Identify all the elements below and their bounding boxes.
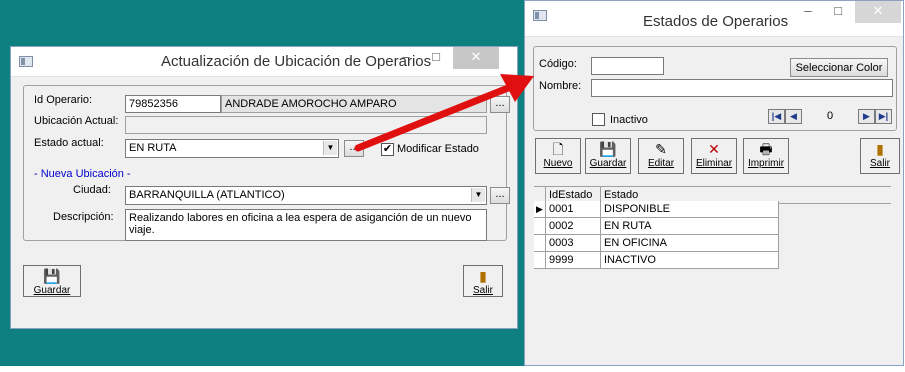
descripcion-textarea[interactable]: Realizando labores en oficina a lea espe… [125,209,487,241]
exit-door-icon: ▮ [479,268,487,284]
inactivo-checkbox[interactable] [592,113,605,126]
salir-button[interactable]: ▮ Salir [860,138,900,174]
eliminar-button[interactable]: ✕ Eliminar [691,138,737,174]
seleccionar-color-button[interactable]: Seleccionar Color [790,58,888,77]
table-row[interactable]: 9999 INACTIVO [534,252,779,269]
new-document-icon: 🗋 [552,141,564,157]
floppy-disk-icon: 💾 [599,141,617,157]
estado-actual-select[interactable]: EN RUTA ▼ [125,139,339,158]
ciudad-value: BARRANQUILLA (ATLANTICO) [129,189,285,201]
table-row[interactable]: ▶ 0001 DISPONIBLE [534,201,779,218]
ubicacion-actual-label: Ubicación Actual: [34,115,119,127]
edit-icon: ✎ [655,141,667,157]
exit-door-icon: ▮ [876,141,884,157]
nombre-field[interactable] [591,79,893,97]
minimize-button[interactable]: – [391,47,421,69]
current-row-indicator-icon: ▶ [534,201,546,218]
row-selector [534,218,546,235]
guardar-button[interactable]: 💾 Guardar [23,265,81,297]
toolbar: 🗋 Nuevo 💾 Guardar ✎ Editar ✕ Eliminar 🖶 … [534,138,904,176]
title-bar: Estados de Operarios – □ ✕ [525,1,903,37]
codigo-field[interactable] [591,57,664,75]
row-selector [534,252,546,269]
cell-estado[interactable]: INACTIVO [601,252,779,269]
maximize-button[interactable]: □ [421,47,451,69]
next-record-button[interactable]: ▶ [858,109,875,124]
record-navigator: |◀ ◀ 0 ▶ ▶| [768,109,893,125]
cell-estado[interactable]: EN OFICINA [601,235,779,252]
inactivo-label: Inactivo [610,114,648,126]
cell-estado[interactable]: EN RUTA [601,218,779,235]
estados-grid[interactable]: IdEstado Estado ▶ 0001 DISPONIBLE 0002 E… [534,186,891,270]
codigo-label: Código: [539,58,577,70]
bottom-strip [0,366,905,372]
cell-idestado[interactable]: 9999 [546,252,601,269]
ciudad-lookup-button[interactable]: ... [490,187,510,204]
estados-window: Estados de Operarios – □ ✕ Código: Selec… [524,0,904,366]
prev-record-button[interactable]: ◀ [785,109,802,124]
cell-idestado[interactable]: 0001 [546,201,601,218]
last-record-button[interactable]: ▶| [875,109,892,124]
row-selector [534,235,546,252]
descripcion-label: Descripción: [53,211,114,223]
ciudad-label: Ciudad: [73,184,111,196]
estado-actual-label: Estado actual: [34,137,104,149]
record-position: 0 [826,110,834,122]
nuevo-button[interactable]: 🗋 Nuevo [535,138,581,174]
editar-button[interactable]: ✎ Editar [638,138,684,174]
close-button[interactable]: ✕ [855,1,901,23]
nombre-label: Nombre: [539,80,582,92]
cell-estado[interactable]: DISPONIBLE [601,201,779,218]
salir-button[interactable]: ▮ Salir [463,265,503,297]
table-row[interactable]: 0002 EN RUTA [534,218,779,235]
arrow-shaft [354,80,522,152]
minimize-button[interactable]: – [793,1,823,23]
imprimir-button[interactable]: 🖶 Imprimir [743,138,789,174]
delete-x-icon: ✕ [708,141,720,157]
cell-idestado[interactable]: 0002 [546,218,601,235]
close-button[interactable]: ✕ [453,47,499,69]
first-record-button[interactable]: |◀ [768,109,785,124]
chevron-down-icon[interactable]: ▼ [471,188,485,202]
printer-icon: 🖶 [759,141,773,157]
table-row[interactable]: 0003 EN OFICINA [534,235,779,252]
guardar-button[interactable]: 💾 Guardar [585,138,631,174]
id-operario-label: Id Operario: [34,94,93,106]
estado-edit-panel: Código: Seleccionar Color Nombre: Inacti… [533,46,897,131]
estado-actual-value: EN RUTA [129,142,177,154]
cell-idestado[interactable]: 0003 [546,235,601,252]
annotation-arrow-icon [354,74,534,152]
chevron-down-icon[interactable]: ▼ [323,141,337,155]
maximize-button[interactable]: □ [823,1,853,23]
ciudad-select[interactable]: BARRANQUILLA (ATLANTICO) ▼ [125,186,487,205]
nueva-ubicacion-heading: - Nueva Ubicación - [34,168,131,180]
id-operario-field[interactable]: 79852356 [125,95,221,113]
floppy-disk-icon: 💾 [43,268,61,284]
